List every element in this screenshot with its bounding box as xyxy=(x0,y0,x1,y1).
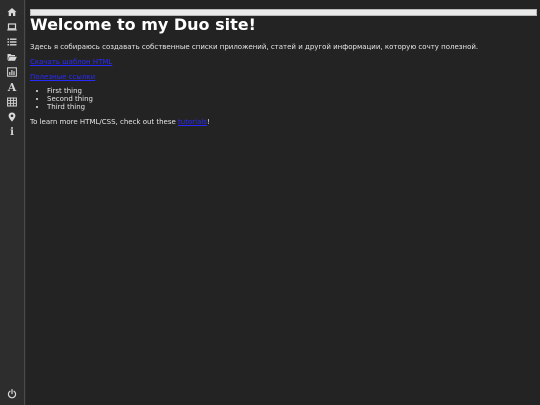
list-item: Third thing xyxy=(47,103,93,111)
outro-before: To learn more HTML/CSS, check out these xyxy=(30,118,179,126)
outro-after: ! xyxy=(206,118,210,126)
outro-text: To learn more HTML/CSS, check out these … xyxy=(30,117,210,127)
folder-open-icon[interactable] xyxy=(5,50,19,64)
useful-links-link[interactable]: Полезные ссылки xyxy=(30,72,95,82)
laptop-icon[interactable] xyxy=(5,20,19,34)
download-template-link[interactable]: Скачать шаблон HTML xyxy=(30,57,112,67)
table-icon[interactable] xyxy=(5,95,19,109)
list-item: Second thing xyxy=(47,95,93,103)
tutorials-link[interactable]: tutorials xyxy=(178,118,207,126)
font-icon-glyph: A xyxy=(7,80,17,94)
map-marker-icon[interactable] xyxy=(5,110,19,124)
info-icon[interactable]: i xyxy=(5,125,19,139)
sidebar: A i xyxy=(0,0,25,405)
power-icon[interactable] xyxy=(5,387,19,401)
home-icon[interactable] xyxy=(5,5,19,19)
intro-text: Здесь я собираюсь создавать собственные … xyxy=(30,43,479,51)
things-list: First thing Second thing Third thing xyxy=(30,87,93,111)
main-content: Welcome to my Duo site! Здесь я собираюс… xyxy=(26,0,540,405)
list-icon[interactable] xyxy=(5,35,19,49)
font-icon[interactable]: A xyxy=(5,80,19,94)
bar-chart-icon[interactable] xyxy=(5,65,19,79)
list-item: First thing xyxy=(47,87,93,95)
info-icon-glyph: i xyxy=(10,126,14,138)
page-title: Welcome to my Duo site! xyxy=(30,15,256,34)
app-window: A i Welcome to my Duo site! Здесь я соби… xyxy=(0,0,540,405)
